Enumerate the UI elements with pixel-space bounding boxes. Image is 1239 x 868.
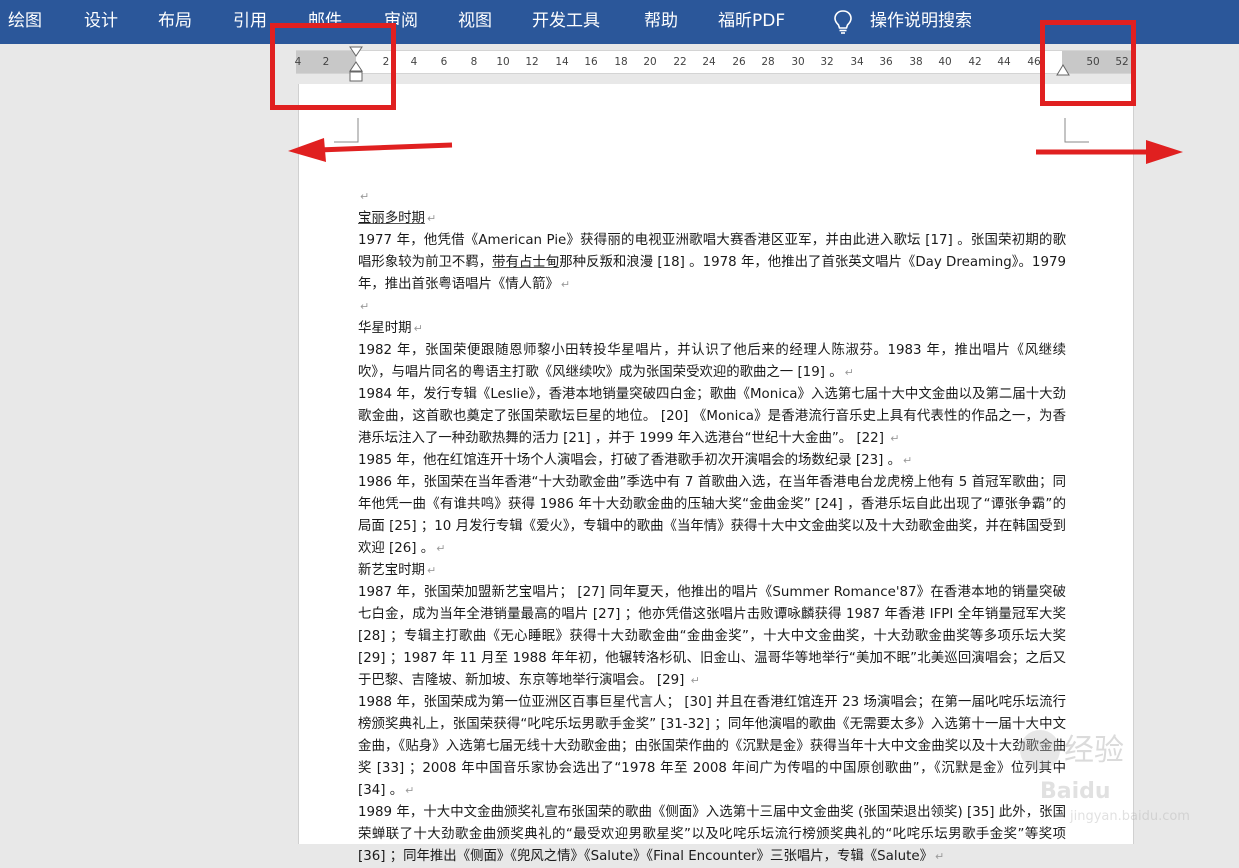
arrow-left-head: [288, 138, 326, 162]
watermark-brand: Baidu: [1040, 779, 1111, 804]
watermark-paw-icon: [1020, 730, 1060, 770]
watermark-logo-text: 经验: [1064, 733, 1124, 768]
baidu-jingyan-watermark: 经验 Baidu jingyan.baidu.com: [1020, 730, 1190, 824]
watermark-domain: jingyan.baidu.com: [1069, 809, 1190, 824]
paragraph-mark: ↵: [934, 850, 945, 863]
arrow-left-shaft: [317, 142, 453, 153]
arrow-right-head: [1146, 140, 1183, 164]
